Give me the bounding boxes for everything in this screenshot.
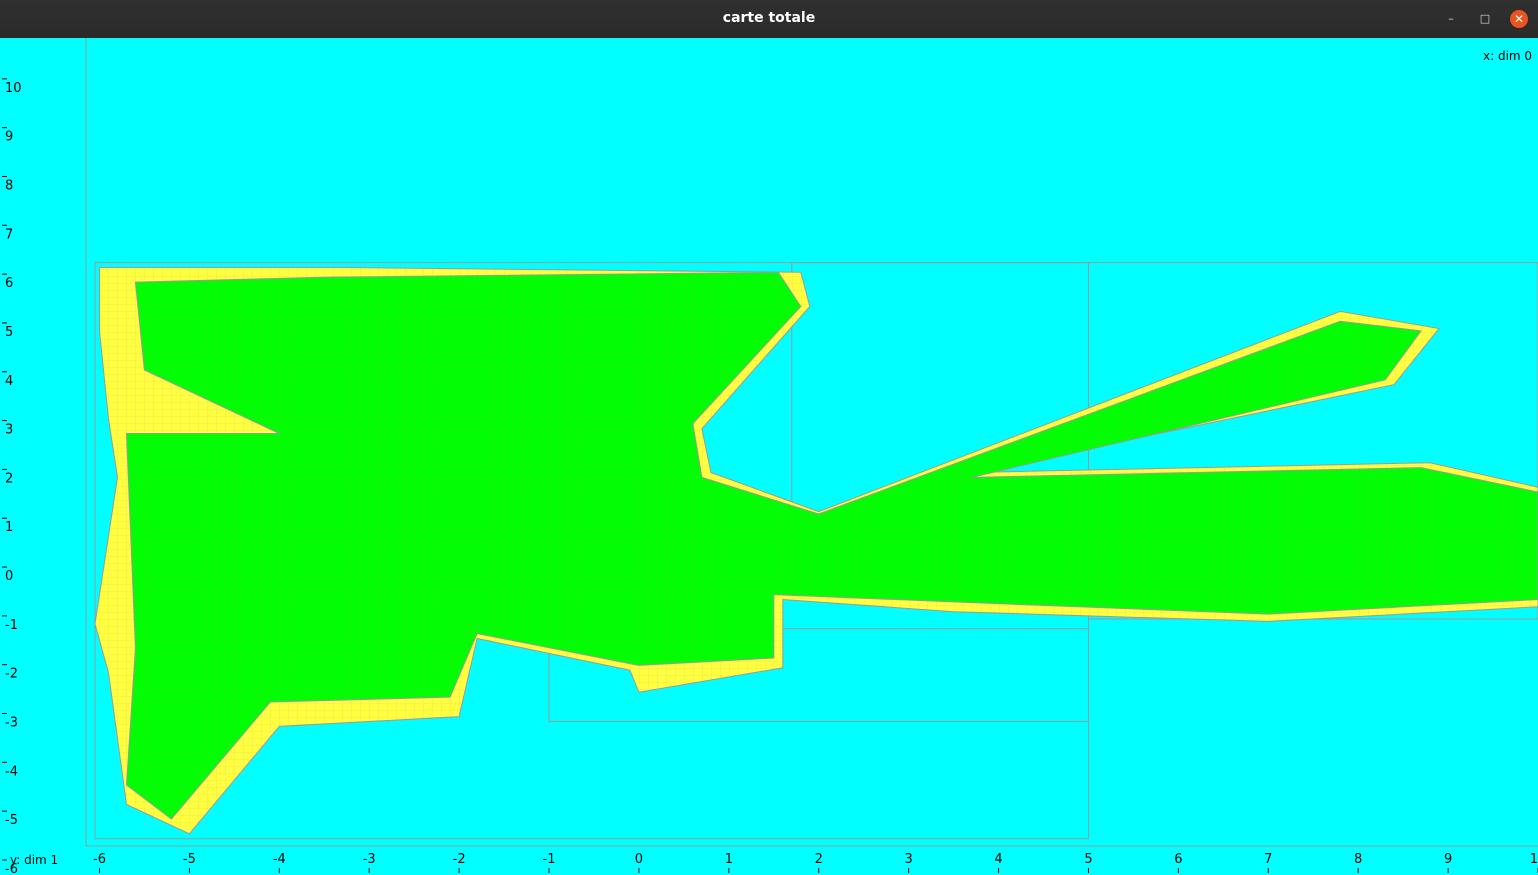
x-tick-label: -5 xyxy=(183,852,196,867)
y-tick-label: 7 xyxy=(5,227,13,242)
y-tick-label: 10 xyxy=(5,81,22,96)
y-tick-label: 1 xyxy=(5,520,13,535)
close-button[interactable]: ✕ xyxy=(1510,10,1528,28)
y-tick-label: -4 xyxy=(5,764,18,779)
y-tick-label: 8 xyxy=(5,178,13,193)
y-tick-label: 2 xyxy=(5,471,13,486)
window-titlebar[interactable]: carte totale – □ ✕ xyxy=(0,0,1538,38)
y-tick-label: 5 xyxy=(5,325,13,340)
y-tick-label: -2 xyxy=(5,667,18,682)
regions xyxy=(94,267,1538,835)
x-tick-label: 10 xyxy=(1530,852,1538,867)
x-tick-label: -3 xyxy=(363,852,376,867)
y-tick-label: 6 xyxy=(5,276,13,291)
x-tick-label: 9 xyxy=(1444,852,1452,867)
x-tick-label: 4 xyxy=(994,852,1002,867)
y-tick-label: 3 xyxy=(5,423,13,438)
x-tick-label: 5 xyxy=(1084,852,1092,867)
maximize-button[interactable]: □ xyxy=(1476,10,1494,28)
x-tick-label: 1 xyxy=(725,852,733,867)
y-tick-label: -3 xyxy=(5,716,18,731)
plot-canvas[interactable]: -6-5-4-3-2-1012345678910-6-5-4-3-2-10123… xyxy=(0,38,1538,875)
x-tick-label: -6 xyxy=(93,852,106,867)
x-tick-label: -4 xyxy=(273,852,286,867)
x-tick-label: 2 xyxy=(815,852,823,867)
y-tick-label: 9 xyxy=(5,130,13,145)
boundary-hatch-0 xyxy=(95,267,1538,834)
x-tick-label: 6 xyxy=(1174,852,1182,867)
x-tick-label: 7 xyxy=(1264,852,1272,867)
x-tick-label: 3 xyxy=(905,852,913,867)
minimize-button[interactable]: – xyxy=(1442,10,1460,28)
x-tick-label: 0 xyxy=(635,852,643,867)
maximize-icon: □ xyxy=(1479,12,1491,25)
minimize-icon: – xyxy=(1448,12,1454,25)
y-tick-label: 4 xyxy=(5,374,13,389)
x-axis-label: x: dim 0 xyxy=(1483,49,1533,63)
y-tick-label: -5 xyxy=(5,813,18,828)
paving-plot: -6-5-4-3-2-1012345678910-6-5-4-3-2-10123… xyxy=(2,38,1538,875)
close-icon: ✕ xyxy=(1513,12,1525,26)
x-tick-label: -2 xyxy=(453,852,466,867)
x-tick-label: 8 xyxy=(1354,852,1362,867)
y-tick-label: -1 xyxy=(5,618,18,633)
window-title: carte totale xyxy=(722,10,816,26)
y-tick-label: 0 xyxy=(5,569,13,584)
x-tick-label: -1 xyxy=(543,852,556,867)
y-axis-label: y: dim 1 xyxy=(10,853,59,867)
